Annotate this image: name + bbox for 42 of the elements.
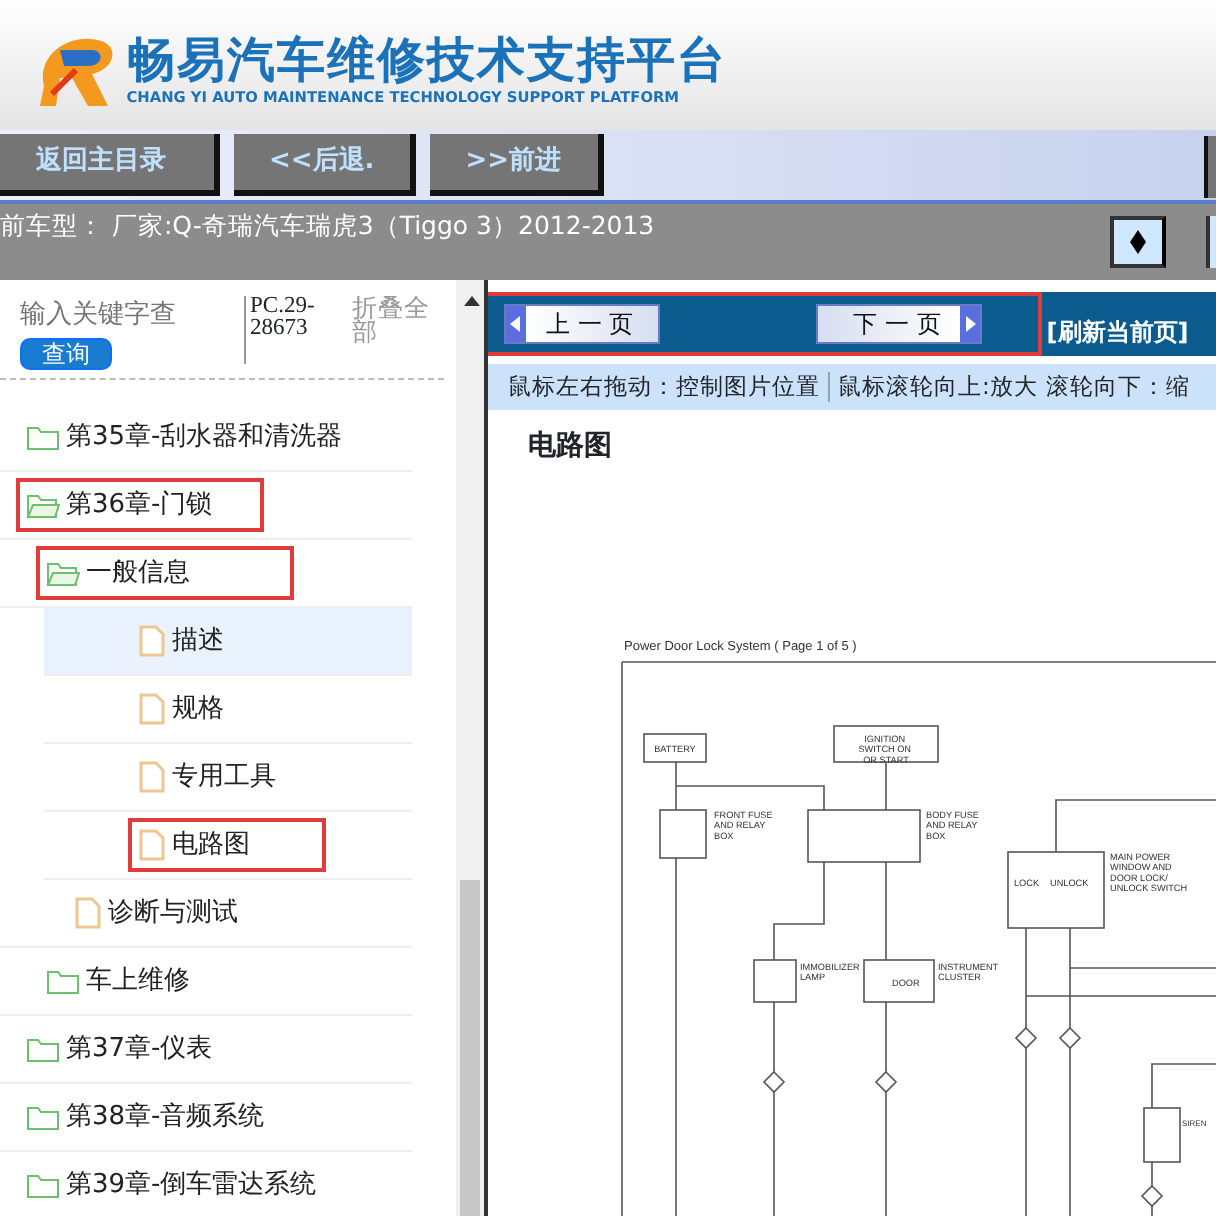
- folder-icon: [26, 1035, 60, 1063]
- prev-page-button[interactable]: 上 一 页: [504, 304, 660, 344]
- right-arrow-icon: [964, 314, 979, 334]
- document-icon: [138, 692, 166, 726]
- diamond-icon: [1128, 228, 1148, 256]
- document-icon: [74, 896, 102, 930]
- next-page-button[interactable]: 下 一 页: [815, 304, 983, 344]
- code-text: PC.29-28673: [244, 296, 352, 364]
- tree-item[interactable]: 一般信息: [0, 540, 412, 608]
- folder-icon: [26, 1103, 60, 1131]
- toolbar-button[interactable]: [1204, 136, 1216, 198]
- folder-icon: [26, 423, 60, 451]
- tree-item[interactable]: 规格: [44, 676, 412, 744]
- document-icon: [138, 624, 166, 658]
- refresh-page-link[interactable]: [刷新当前页]: [1046, 314, 1189, 350]
- tree-item[interactable]: 车上维修: [0, 948, 412, 1016]
- panel-edge-button[interactable]: [1206, 216, 1216, 268]
- toggle-button[interactable]: [1110, 216, 1166, 268]
- tree-item[interactable]: 描述: [44, 608, 412, 676]
- tree-item[interactable]: 诊断与测试: [0, 880, 412, 948]
- document-icon: [138, 828, 166, 862]
- document-icon: [138, 760, 166, 794]
- hint-text: 鼠标滚轮向上:放大: [838, 370, 1038, 404]
- open-folder-icon: [46, 559, 80, 587]
- tree-item[interactable]: 专用工具: [44, 744, 412, 812]
- scrollbar-thumb[interactable]: [460, 880, 480, 1216]
- hint-text: 滚轮向下：缩: [1045, 370, 1190, 404]
- left-arrow-icon: [508, 314, 522, 334]
- tree-item[interactable]: 第36章-门锁: [0, 472, 412, 540]
- page-title: 电路图: [526, 428, 614, 467]
- tree-item[interactable]: 电路图: [44, 812, 412, 880]
- open-folder-icon: [26, 491, 60, 519]
- tree-item[interactable]: 第37章-仪表: [0, 1016, 412, 1084]
- tree-item[interactable]: 第38章-音频系统: [0, 1084, 412, 1152]
- search-button[interactable]: 查询: [20, 337, 112, 370]
- tree-item[interactable]: 第39章-倒车雷达系统: [0, 1152, 412, 1216]
- vehicle-model-text: 前车型： 厂家:Q-奇瑞汽车瑞虎3（Tiggo 3）2012-2013: [0, 210, 655, 240]
- site-title: 畅易汽车维修技术支持平台: [126, 31, 727, 87]
- hint-text: 鼠标左右拖动：控制图片位置: [508, 370, 820, 404]
- folder-icon: [26, 1171, 60, 1199]
- tree-item[interactable]: 第35章-刮水器和清洗器: [0, 404, 412, 472]
- folder-icon: [46, 967, 80, 995]
